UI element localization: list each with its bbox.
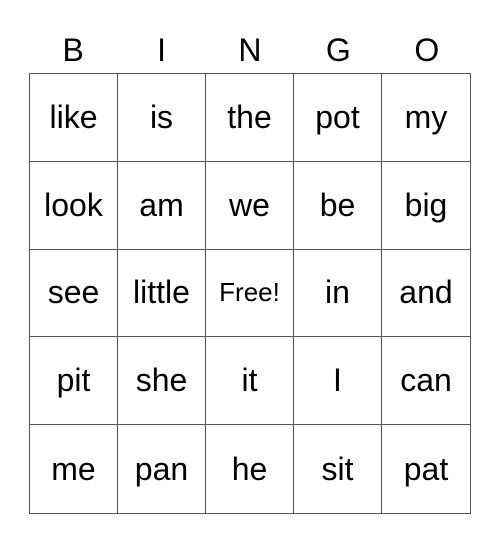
bingo-cell[interactable]: little	[118, 249, 206, 338]
bingo-cell[interactable]: my	[382, 74, 470, 162]
bingo-cell[interactable]: I	[294, 337, 382, 426]
header-letter: N	[238, 32, 262, 68]
bingo-cell[interactable]: look	[30, 161, 118, 250]
bingo-cell[interactable]: in	[294, 249, 382, 338]
bingo-cell[interactable]: she	[118, 337, 206, 426]
bingo-cell[interactable]: is	[118, 74, 206, 162]
bingo-cell[interactable]: pot	[294, 74, 382, 162]
bingo-cell[interactable]: sit	[294, 425, 382, 513]
bingo-cell[interactable]: we	[206, 161, 294, 250]
bingo-header: B I N G O	[29, 28, 471, 72]
header-letter: G	[325, 32, 351, 68]
bingo-cell[interactable]: and	[382, 250, 470, 338]
bingo-cell[interactable]: it	[206, 337, 294, 426]
bingo-cell[interactable]: be	[294, 161, 382, 250]
bingo-cell[interactable]: me	[30, 425, 118, 513]
bingo-cell[interactable]: am	[118, 161, 206, 250]
bingo-cell[interactable]: pat	[382, 425, 470, 513]
bingo-grid: like is the pot my look am we be big see…	[29, 73, 471, 514]
free-space-cell[interactable]: Free!	[206, 249, 294, 338]
bingo-cell[interactable]: see	[30, 249, 118, 338]
header-letter: I	[157, 32, 167, 68]
bingo-cell[interactable]: can	[382, 337, 470, 426]
bingo-cell[interactable]: pit	[30, 337, 118, 426]
bingo-cell[interactable]: big	[382, 162, 470, 250]
bingo-cell[interactable]: like	[30, 74, 118, 162]
bingo-cell[interactable]: the	[206, 74, 294, 162]
header-letter: B	[62, 32, 84, 68]
header-letter: O	[414, 32, 440, 68]
bingo-cell[interactable]: pan	[118, 425, 206, 513]
bingo-cell[interactable]: he	[206, 425, 294, 513]
